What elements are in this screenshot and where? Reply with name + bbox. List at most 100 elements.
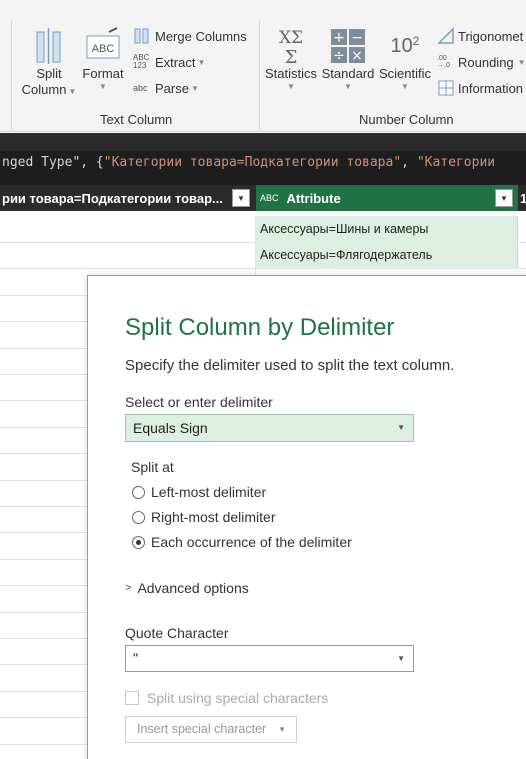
chevron-down-icon: ▼ (401, 82, 409, 91)
radio-right-most[interactable]: Right-most delimiter (132, 509, 275, 525)
table-cell[interactable] (0, 216, 256, 242)
svg-text:+: + (333, 30, 345, 46)
chevron-down-icon: ▼ (397, 423, 405, 432)
formula-bar[interactable]: nged Type", {"Категории товара=Подкатего… (0, 151, 526, 175)
column-header-attribute[interactable]: ABC Attribute (256, 185, 518, 211)
rounding-button[interactable]: .00 →.0 Rounding ▼ (437, 51, 526, 73)
scientific-label: Scientific (378, 66, 432, 81)
formula-string-2: "Категории (416, 155, 496, 170)
table-row: Аксессуары=Флягодержатель (0, 242, 526, 270)
text-type-icon: ABC (260, 193, 279, 203)
chevron-down-icon: ▼ (68, 87, 77, 96)
svg-text:×: × (351, 48, 363, 64)
information-label: Information (458, 80, 524, 96)
dialog-title: Split Column by Delimiter (125, 314, 395, 341)
svg-text:ABC: ABC (92, 43, 115, 55)
ribbon-separator (259, 20, 260, 130)
format-button[interactable]: ABC Format ▼ (80, 26, 126, 92)
radio-right-most-label: Right-most delimiter (151, 509, 276, 525)
extract-button[interactable]: ABC 123 Extract ▼ (133, 51, 205, 73)
parse-icon: abc (133, 83, 148, 93)
statistics-label: Statistics (264, 66, 317, 81)
chevron-down-icon: ▼ (287, 82, 295, 91)
trigonometry-icon (437, 27, 454, 44)
dialog-description: Specify the delimiter used to split the … (125, 357, 455, 374)
split-at-label: Split at (131, 459, 174, 475)
number-column-group-label: Number Column (359, 112, 454, 127)
chevron-down-icon: ▼ (197, 57, 206, 67)
delimiter-select[interactable]: Equals Sign ▼ (125, 414, 414, 442)
insert-special-character-label: Insert special character (137, 722, 267, 736)
quote-character-value: " (133, 650, 138, 666)
formula-prefix: nged Type", { (2, 155, 104, 170)
statistics-icon: XΣ Σ (279, 28, 303, 66)
table-cell[interactable] (0, 242, 256, 269)
radio-button[interactable] (132, 485, 145, 499)
trigonometry-button[interactable]: Trigonomet (437, 25, 523, 47)
column-header-attribute-label: Attribute (286, 190, 341, 206)
attribute-cell[interactable]: Аксессуары=Флягодержатель (256, 242, 518, 269)
merge-columns-icon (134, 28, 149, 44)
chevron-down-icon: ▼ (237, 193, 245, 203)
formula-separator: , (401, 155, 417, 170)
formula-string-1: "Категории товара=Подкатегории товара" (103, 155, 402, 170)
trigonometry-label: Trigonomet (458, 28, 524, 44)
grid-header: рии товара=Подкатегории товар... ▼ ABC A… (0, 185, 526, 211)
chevron-down-icon: ▼ (500, 193, 508, 203)
svg-text:÷: ÷ (333, 48, 345, 64)
column-header-next[interactable]: 1 (518, 185, 526, 211)
scientific-icon: 10 2 (385, 26, 425, 66)
format-icon: ABC (86, 27, 120, 59)
standard-button[interactable]: + − ÷ × Standard ▼ (320, 26, 376, 92)
quote-character-select[interactable]: " ▼ (125, 645, 414, 672)
standard-operators-icon: + − ÷ × (331, 29, 365, 64)
svg-text:XΣ: XΣ (279, 28, 303, 48)
advanced-options-toggle[interactable]: > Advanced options (125, 580, 249, 596)
statistics-button[interactable]: XΣ Σ Statistics ▼ (263, 26, 319, 92)
merge-columns-label: Merge Columns (155, 28, 247, 44)
radio-button[interactable] (132, 510, 145, 524)
column-header-next-label: 1 (520, 190, 526, 206)
quote-character-label: Quote Character (125, 625, 229, 641)
rounding-label: Rounding (458, 54, 514, 70)
insert-special-character-button[interactable]: Insert special character ▼ (125, 716, 297, 743)
radio-left-most[interactable]: Left-most delimiter (132, 484, 266, 500)
ribbon: Split Column ▼ ABC Format ▼ Merge Columns… (0, 0, 526, 132)
ribbon-separator (11, 20, 12, 130)
table-row: Аксессуары=Шины и камеры (0, 216, 526, 243)
column-header-category-label: рии товара=Подкатегории товар... (2, 190, 223, 206)
chevron-right-icon: > (125, 582, 132, 594)
extract-label: Extract (155, 54, 196, 70)
information-icon (438, 80, 454, 96)
split-label-row: Column ▼ (22, 82, 77, 100)
merge-columns-button[interactable]: Merge Columns (133, 25, 247, 47)
chevron-down-icon: ▼ (99, 82, 107, 91)
column-filter-button[interactable]: ▼ (232, 189, 250, 207)
rounding-icon: .00 →.0 (437, 55, 450, 69)
text-column-group-label: Text Column (100, 112, 173, 127)
split-column-icon (36, 28, 61, 64)
column-filter-button[interactable]: ▼ (495, 189, 513, 207)
parse-button[interactable]: abc Parse ▼ (133, 77, 199, 99)
scientific-button[interactable]: 10 2 Scientific ▼ (377, 26, 433, 92)
radio-each-occurrence[interactable]: Each occurrence of the delimiter (132, 534, 352, 550)
delimiter-label: Select or enter delimiter (125, 394, 273, 410)
chevron-down-icon: ▼ (278, 725, 286, 734)
special-characters-checkbox-row[interactable]: Split using special characters (125, 690, 328, 706)
special-characters-checkbox[interactable] (125, 691, 139, 705)
chevron-down-icon: ▼ (397, 654, 405, 663)
radio-button-selected[interactable] (132, 535, 145, 549)
radio-left-most-label: Left-most delimiter (151, 484, 267, 500)
delimiter-value: Equals Sign (133, 420, 208, 436)
scientific-icon-base: 10 (390, 34, 413, 57)
split-label-1: Split (36, 66, 62, 81)
attribute-cell[interactable]: Аксессуары=Шины и камеры (256, 216, 518, 242)
radio-each-occurrence-label: Each occurrence of the delimiter (151, 534, 352, 550)
column-header-category[interactable]: рии товара=Подкатегории товар... (0, 185, 232, 211)
split-column-button[interactable]: Split Column ▼ (20, 26, 78, 100)
split-column-dialog: Split Column by Delimiter Specify the de… (87, 275, 526, 759)
svg-text:−: − (351, 30, 363, 46)
information-button[interactable]: Information (437, 77, 523, 99)
standard-label: Standard (321, 66, 375, 81)
svg-text:Σ: Σ (285, 47, 298, 66)
